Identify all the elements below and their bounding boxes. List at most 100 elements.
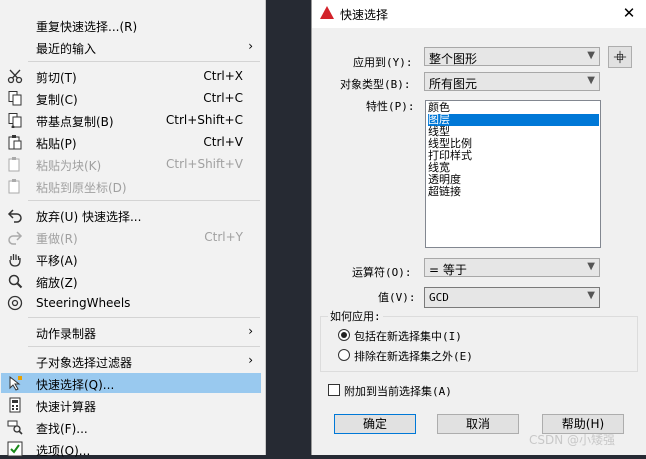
menu-shortcut: Ctrl+X — [203, 69, 243, 83]
menu-item-paste[interactable]: 粘贴(P) Ctrl+V — [1, 132, 261, 152]
property-item[interactable]: 超链接 — [428, 186, 599, 198]
find-replace-icon — [7, 420, 23, 435]
redo-icon — [8, 231, 23, 245]
menu-item-undo[interactable]: 放弃(U) 快速选择... — [1, 205, 261, 225]
submenu-arrow-icon: › — [248, 353, 253, 367]
copy-base-icon — [8, 113, 22, 128]
menu-label: 平移(A) — [36, 254, 78, 268]
menu-label: 粘贴到原坐标(D) — [36, 181, 127, 195]
crosshair-icon — [613, 50, 627, 64]
ok-button[interactable]: 确定 — [334, 414, 416, 434]
select-objects-button[interactable] — [608, 46, 632, 68]
magnifier-icon — [8, 274, 23, 289]
exclude-label: 排除在新选择集之外(E) — [354, 350, 473, 363]
menu-item-copy[interactable]: 复制(C) Ctrl+C — [1, 88, 261, 108]
steering-wheel-icon — [7, 295, 23, 311]
menu-separator — [28, 61, 260, 62]
paste-block-icon — [8, 157, 20, 172]
scissors-icon — [7, 69, 23, 84]
menu-item-quick-calc[interactable]: 快速计算器 — [1, 395, 261, 415]
apply-to-label: 应用到(Y): — [353, 56, 413, 69]
property-item[interactable]: 打印样式 — [428, 150, 599, 162]
menu-label: 剪切(T) — [36, 71, 77, 85]
operator-value: = 等于 — [429, 263, 467, 277]
how-to-apply-label: 如何应用: — [328, 308, 383, 324]
operator-label: 运算符(O): — [352, 266, 412, 279]
menu-shortcut: Ctrl+Shift+C — [165, 113, 243, 127]
object-type-value: 所有图元 — [429, 77, 478, 91]
chevron-down-icon: ▼ — [587, 50, 595, 61]
menu-item-pan[interactable]: 平移(A) — [1, 249, 261, 269]
paste-original-icon — [8, 179, 20, 194]
apply-to-dropdown[interactable]: 整个图形 ▼ — [424, 47, 600, 66]
object-type-label: 对象类型(B): — [340, 78, 411, 91]
dialog-titlebar[interactable]: 快速选择 ✕ — [312, 0, 646, 28]
chevron-down-icon: ▼ — [587, 290, 595, 301]
menu-separator — [28, 346, 260, 347]
object-type-dropdown[interactable]: 所有图元 ▼ — [424, 72, 600, 91]
operator-dropdown[interactable]: = 等于 ▼ — [424, 258, 600, 277]
menu-shortcut: Ctrl+V — [203, 135, 243, 149]
property-item-selected[interactable]: 图层 — [428, 114, 599, 126]
copy-icon — [8, 91, 22, 106]
submenu-arrow-icon: › — [248, 324, 253, 338]
menu-item-find[interactable]: 查找(F)... — [1, 417, 261, 437]
chevron-down-icon: ▼ — [587, 261, 595, 272]
value-combobox[interactable]: GCD ▼ — [424, 287, 600, 308]
menu-item-copy-with-base[interactable]: 带基点复制(B) Ctrl+Shift+C — [1, 110, 261, 130]
context-menu: 重复快速选择...(R) 最近的输入 › 剪切(T) Ctrl+X 复制(C) … — [0, 0, 266, 458]
menu-label: 带基点复制(B) — [36, 115, 114, 129]
append-label: 附加到当前选择集(A) — [344, 385, 452, 398]
exclude-radio[interactable] — [338, 349, 350, 361]
cancel-button[interactable]: 取消 — [437, 414, 519, 434]
menu-item-cut[interactable]: 剪切(T) Ctrl+X — [1, 66, 261, 86]
menu-label: 快速选择(Q)... — [36, 378, 115, 392]
value-label: 值(V): — [378, 291, 416, 304]
menu-item-redo[interactable]: 重做(R) Ctrl+Y — [1, 227, 261, 247]
properties-listbox[interactable]: 颜色 图层 线型 线型比例 打印样式 线宽 透明度 超链接 — [425, 100, 601, 248]
menu-item-repeat-quick-select[interactable]: 重复快速选择...(R) — [1, 15, 261, 35]
include-radio[interactable] — [338, 329, 350, 341]
menu-item-options[interactable]: 选项(O)... — [1, 439, 261, 459]
quick-select-dialog: 快速选择 ✕ 应用到(Y): 整个图形 ▼ 对象类型(B): 所有图元 ▼ 特性… — [311, 0, 646, 455]
menu-separator — [28, 200, 260, 201]
menu-label: 粘贴(P) — [36, 137, 77, 151]
menu-item-paste-as-block[interactable]: 粘贴为块(K) Ctrl+Shift+V — [1, 154, 261, 174]
menu-label: 重复快速选择...(R) — [36, 20, 138, 34]
menu-label: 选项(O)... — [36, 444, 91, 458]
menu-shortcut: Ctrl+C — [203, 91, 243, 105]
menu-label: 缩放(Z) — [36, 276, 78, 290]
menu-label: 快速计算器 — [36, 400, 97, 414]
menu-item-action-recorder[interactable]: 动作录制器 › — [1, 322, 261, 342]
menu-label: 复制(C) — [36, 93, 78, 107]
append-checkbox[interactable] — [328, 384, 340, 396]
menu-label: 查找(F)... — [36, 422, 88, 436]
autocad-logo-icon — [320, 6, 334, 19]
hand-icon — [9, 254, 21, 267]
calculator-icon — [9, 397, 21, 413]
menu-item-subobject-filter[interactable]: 子对象选择过滤器 › — [1, 351, 261, 371]
undo-icon — [7, 209, 22, 223]
clipboard-icon — [8, 135, 22, 150]
menu-label: 放弃(U) 快速选择... — [36, 210, 142, 224]
menu-shortcut: Ctrl+Shift+V — [166, 157, 243, 171]
menu-item-paste-to-original[interactable]: 粘贴到原坐标(D) — [1, 176, 261, 196]
menu-label: SteeringWheels — [36, 296, 131, 310]
menu-label: 粘贴为块(K) — [36, 159, 102, 173]
menu-label: 最近的输入 — [36, 42, 97, 56]
menu-label: 重做(R) — [36, 232, 78, 246]
menu-label: 子对象选择过滤器 — [36, 356, 133, 370]
menu-item-steeringwheels[interactable]: SteeringWheels — [1, 293, 261, 313]
menu-item-recent-input[interactable]: 最近的输入 › — [1, 37, 261, 57]
quick-select-icon — [9, 375, 22, 391]
menu-item-zoom[interactable]: 缩放(Z) — [1, 271, 261, 291]
menu-item-quick-select[interactable]: 快速选择(Q)... — [1, 373, 261, 393]
include-label: 包括在新选择集中(I) — [354, 330, 462, 343]
watermark: CSDN @小矮强 — [529, 433, 616, 447]
dialog-title: 快速选择 — [340, 8, 389, 22]
submenu-arrow-icon: › — [248, 39, 253, 53]
close-button[interactable]: ✕ — [617, 3, 641, 23]
menu-shortcut: Ctrl+Y — [204, 230, 243, 244]
properties-label: 特性(P): — [366, 100, 415, 113]
property-item[interactable]: 颜色 — [428, 102, 599, 114]
